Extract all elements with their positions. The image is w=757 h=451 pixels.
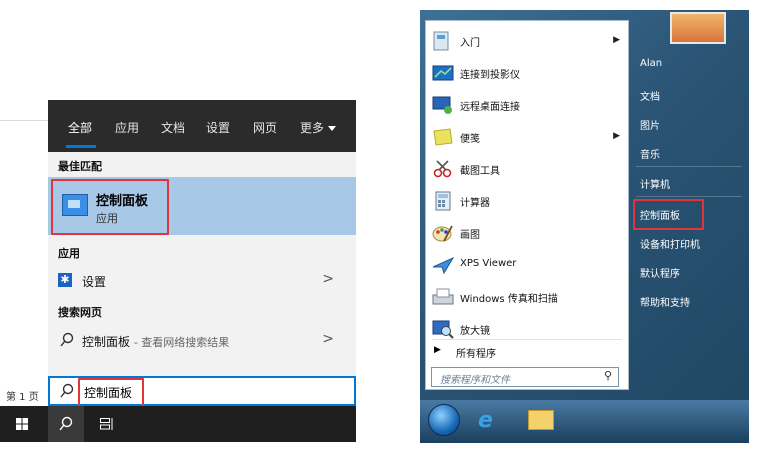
program-item-xps-viewer[interactable]: XPS Viewer (426, 249, 630, 281)
start-item-computer[interactable]: 计算机 (640, 176, 670, 191)
all-programs-button[interactable]: ▶ 所有程序 (426, 339, 630, 363)
start-item-default-programs[interactable]: 默认程序 (640, 265, 680, 280)
program-label: 画图 (460, 230, 480, 241)
program-label: XPS Viewer (460, 258, 517, 269)
play-arrow-icon: ▶ (434, 345, 441, 355)
chevron-right-icon: > (322, 331, 334, 347)
tab-web[interactable]: 网页 (253, 119, 277, 136)
remote-desktop-icon (432, 96, 452, 114)
search-box[interactable]: 控制面板 (48, 376, 356, 408)
tab-more-label: 更多 (300, 121, 325, 135)
start-menu-programs-pane: 入门 ▶ 连接到投影仪 远程桌面连接 便笺 ▶ 截图工具 计算器 画图 XPS … (425, 20, 629, 390)
calculator-icon (435, 191, 451, 211)
search-icon (60, 332, 74, 347)
document-background (0, 100, 48, 410)
magnifier-icon (432, 320, 454, 339)
program-item-paint[interactable]: 画图 (426, 217, 630, 249)
windows10-search-panel: 全部 应用 文档 设置 网页 更多 最佳匹配 控制面板 应用 应用 ✱ 设置 >… (48, 100, 356, 408)
start-item-user[interactable]: Alan (640, 58, 662, 69)
taskbar-search-button[interactable] (48, 406, 84, 442)
tab-apps[interactable]: 应用 (115, 119, 139, 136)
program-item-sticky-notes[interactable]: 便笺 ▶ (426, 121, 630, 153)
highlight-box (633, 199, 704, 230)
snipping-tool-icon (433, 160, 452, 178)
user-avatar[interactable] (670, 12, 726, 44)
program-item-calculator[interactable]: 计算器 (426, 185, 630, 217)
program-label: 便笺 (460, 134, 480, 145)
chevron-right-icon: > (322, 271, 334, 287)
settings-gear-icon: ✱ (58, 273, 72, 287)
program-label: 远程桌面连接 (460, 102, 520, 113)
best-match-header: 最佳匹配 (58, 160, 102, 173)
getting-started-icon (433, 31, 449, 51)
start-item-music[interactable]: 音乐 (640, 146, 660, 161)
tab-settings[interactable]: 设置 (206, 119, 230, 136)
web-search-header: 搜索网页 (58, 306, 102, 319)
web-search-label: 控制面板 - 查看网络搜索结果 (82, 333, 229, 350)
fax-scan-icon (432, 288, 454, 305)
chevron-down-icon (328, 126, 337, 131)
program-item-fax-scan[interactable]: Windows 传真和扫描 (426, 281, 630, 313)
search-tabs-bar: 全部 应用 文档 设置 网页 更多 (48, 100, 356, 152)
web-search-query: 控制面板 (82, 335, 131, 349)
start-item-documents[interactable]: 文档 (640, 88, 660, 103)
web-search-result[interactable]: 控制面板 - 查看网络搜索结果 > (48, 328, 356, 354)
submenu-arrow-icon: ▶ (613, 131, 620, 141)
start-item-help-support[interactable]: 帮助和支持 (640, 294, 690, 309)
start-item-devices-printers[interactable]: 设备和打印机 (640, 236, 700, 251)
document-page-status: 第 1 页 (6, 392, 39, 403)
tab-all[interactable]: 全部 (68, 119, 92, 136)
search-icon: ⚲ (603, 369, 612, 382)
settings-app-result[interactable]: ✱ 设置 > (48, 268, 356, 294)
highlight-box (51, 179, 169, 235)
windows10-taskbar (0, 406, 356, 442)
program-item-snipping-tool[interactable]: 截图工具 (426, 153, 630, 185)
internet-explorer-icon[interactable]: e (478, 408, 493, 433)
separator (636, 196, 742, 197)
program-label: 计算器 (460, 198, 490, 209)
xps-viewer-icon (432, 257, 454, 275)
best-match-result[interactable]: 控制面板 应用 (48, 177, 356, 235)
active-tab-indicator (66, 145, 96, 148)
program-item-getting-started[interactable]: 入门 ▶ (426, 25, 630, 57)
tab-more[interactable]: 更多 (300, 119, 337, 136)
settings-app-label: 设置 (82, 275, 107, 289)
program-label: 截图工具 (460, 166, 500, 177)
tab-documents[interactable]: 文档 (161, 119, 185, 136)
start-item-pictures[interactable]: 图片 (640, 117, 660, 132)
program-label: 放大镜 (460, 326, 490, 337)
program-item-projector[interactable]: 连接到投影仪 (426, 57, 630, 89)
submenu-arrow-icon: ▶ (613, 35, 620, 45)
program-label: 连接到投影仪 (460, 70, 520, 81)
paint-icon (432, 225, 453, 242)
separator (636, 166, 742, 167)
search-icon (59, 416, 73, 431)
program-label: 入门 (460, 38, 480, 49)
highlight-box (78, 378, 144, 408)
program-item-remote-desktop[interactable]: 远程桌面连接 (426, 89, 630, 121)
projector-icon (432, 65, 454, 81)
apps-header: 应用 (58, 247, 80, 260)
folder-icon[interactable] (528, 410, 554, 430)
windows7-taskbar: e (420, 400, 749, 443)
program-label: Windows 传真和扫描 (460, 294, 558, 305)
task-view-icon[interactable] (100, 418, 114, 430)
all-programs-label: 所有程序 (456, 349, 496, 360)
start-orb-icon[interactable] (428, 404, 460, 436)
search-icon (60, 383, 74, 398)
start-search-box[interactable]: 搜索程序和文件 ⚲ (431, 367, 619, 387)
windows-logo-icon[interactable] (16, 418, 28, 430)
sticky-notes-icon (433, 128, 453, 146)
search-placeholder: 搜索程序和文件 (440, 375, 510, 386)
web-search-suffix: - 查看网络搜索结果 (133, 336, 230, 349)
